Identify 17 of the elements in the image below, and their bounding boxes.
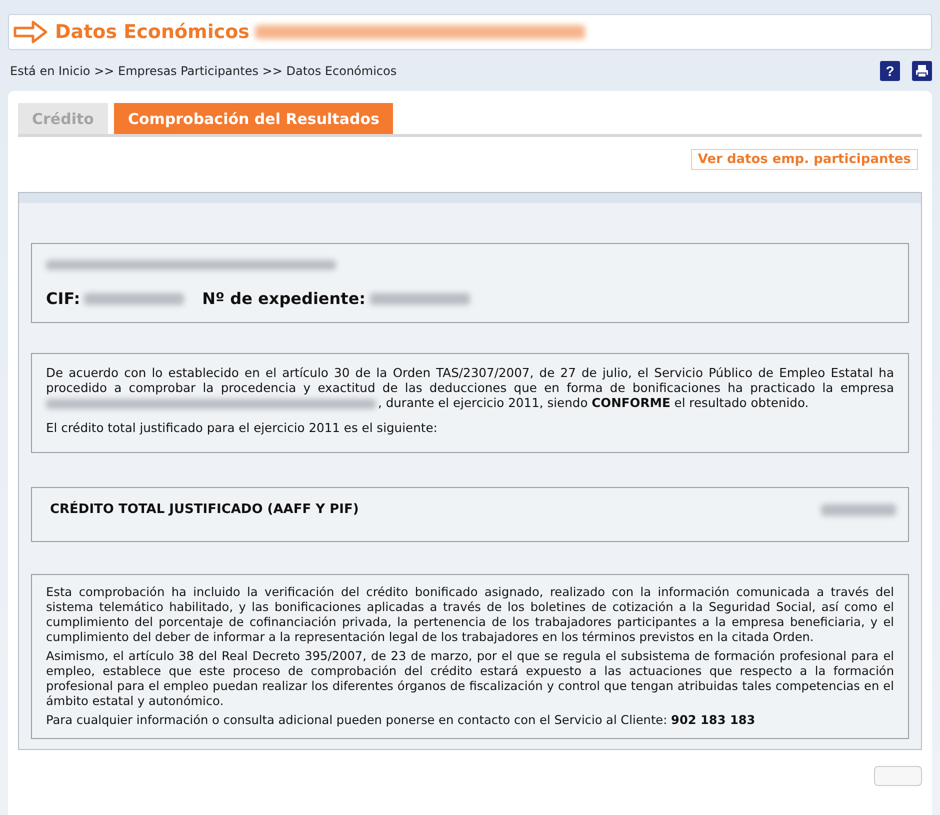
arrow-icon xyxy=(13,19,49,45)
info-paragraph: Esta comprobación ha incluido la verificación del crédito bonificado asignado, realizado con la información comunicada a través del sistema telemático habilitado, y las bonificaciones aplicadas a través de los boletines de cotización a la Seguridad Social, así como el cumplimiento del porcentaje de cofinanciación privada, la pertenencia de los trabajadores participantes a la empresa beneficiaria, y el cumplimiento del deber de informar a la representación legal de los trabajadores en los términos previstos en la citada Orden. xyxy=(46,585,894,645)
total-label: CRÉDITO TOTAL JUSTIFICADO (AAFF Y PIF) xyxy=(50,502,359,517)
statement-note: El crédito total justificado para el ejercicio 2011 es el siguiente: xyxy=(46,421,438,436)
tab[interactable]: Comprobación del Resultados xyxy=(114,103,394,134)
expediente-label: Nº de expediente: xyxy=(202,289,366,308)
statement-paragraph: De acuerdo con lo establecido en el artículo 30 de la Orden TAS/2307/2007, de 27 de julio, el Servicio Público de Empleo Estatal ha procedido a comprobar la procedencia y exactitud de las deducciones que en forma de bonificaciones ha practicado la empresa , durante el ejercicio 2011, siendo CONFORME el resultado obtenido. xyxy=(46,366,894,411)
view-participants-button[interactable]: Ver datos emp. participantes xyxy=(690,149,918,170)
info-paragraph: Para cualquier información o consulta adicional pueden ponerse en contacto con el Servicio al Cliente: 902 183 183 xyxy=(46,713,756,728)
page-title: Datos Económicos xyxy=(55,21,250,43)
cif-label: CIF: xyxy=(46,289,80,308)
printer-icon xyxy=(915,64,929,78)
breadcrumb: Está en Inicio >> Empresas Participantes >> Datos Económicos xyxy=(10,64,397,78)
print-button[interactable] xyxy=(912,61,932,81)
info-paragraph: Asimismo, el artículo 38 del Real Decreto 395/2007, de 23 de marzo, por el que se regula el subsistema de formación profesional para el empleo, establece que este proceso de comprobación del crédito estará expuesto a las actuaciones que respecto a la formación profesional para el empleo puedan realizar los diferentes órganos de fiscalización y control que tengan atribuidas tales competencias en el ámbito estatal y autonómico. xyxy=(46,649,894,709)
tab[interactable]: Crédito xyxy=(18,103,108,134)
help-button[interactable]: ? xyxy=(880,61,900,81)
